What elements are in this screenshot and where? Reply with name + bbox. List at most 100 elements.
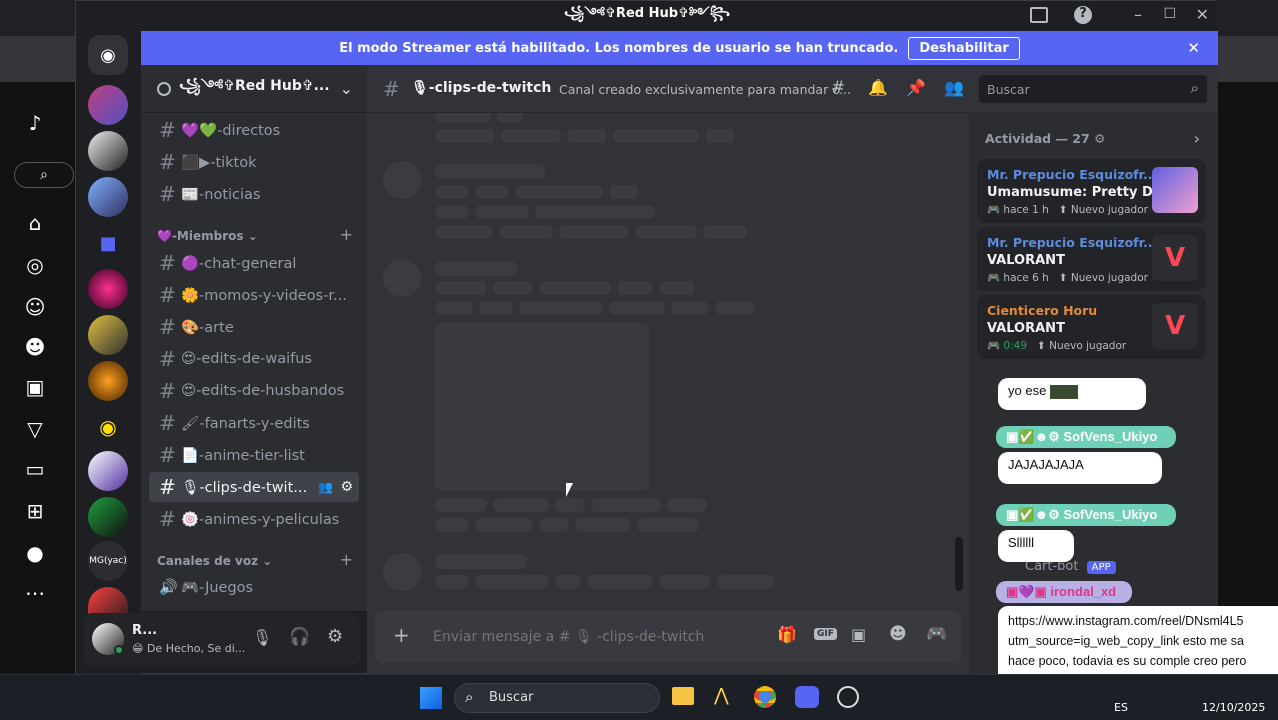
streamer-mode-banner: El modo Streamer está habilitado. Los no…	[141, 31, 1218, 65]
sticker-icon[interactable]: ▣	[851, 625, 866, 644]
channel-item[interactable]: # 😍-edits-de-waifus	[149, 344, 359, 374]
app-icon[interactable]	[837, 686, 859, 708]
friends-icon[interactable]: ☻	[22, 334, 48, 360]
channel-topic[interactable]: Canal creado exclusivamente para mandar …	[559, 82, 851, 97]
add-member-icon[interactable]: 👥	[318, 480, 333, 494]
server-icon[interactable]	[88, 315, 128, 355]
server-icon[interactable]	[88, 131, 128, 171]
pin-icon[interactable]: 📌	[906, 78, 926, 97]
gift-icon[interactable]: 🎁	[777, 625, 797, 644]
live-icon[interactable]: ▣	[22, 374, 48, 400]
members-list-icon[interactable]: 👥	[944, 78, 964, 97]
message-input[interactable]	[433, 623, 753, 651]
gif-icon[interactable]: GIF	[814, 628, 837, 640]
discord-taskbar-icon[interactable]	[795, 686, 819, 708]
upload-icon[interactable]: ⊞	[22, 498, 48, 524]
disable-streamer-button[interactable]: Deshabilitar	[908, 36, 1020, 60]
avatar-placeholder	[383, 161, 421, 199]
channel-item[interactable]: # 💜💚-directos	[149, 115, 359, 145]
activity-card[interactable]: Mr. Prepucio Esquizofr... VALORANT 🎮 hac…	[977, 227, 1206, 291]
chevron-right-icon[interactable]: ›	[1194, 129, 1200, 148]
messages-icon[interactable]: ▽	[22, 416, 48, 442]
windows-start-icon[interactable]	[420, 687, 442, 709]
loading-placeholder	[703, 225, 747, 239]
add-channel-icon[interactable]: +	[340, 225, 353, 244]
channel-item[interactable]: # 📰-noticias	[149, 179, 359, 209]
channel-item[interactable]: # 🎨-arte	[149, 312, 359, 342]
following-icon[interactable]: ☺	[22, 294, 48, 320]
discord-home-icon[interactable]: ◉	[88, 35, 128, 75]
add-channel-icon[interactable]: +	[340, 550, 353, 569]
search-box[interactable]: Buscar ⌕	[979, 75, 1207, 103]
channel-item[interactable]: # ⬛▶-tiktok	[149, 147, 359, 177]
category-voice[interactable]: Canales de voz ⌄	[157, 554, 272, 568]
chrome-icon[interactable]	[754, 686, 776, 708]
server-icon[interactable]	[88, 85, 128, 125]
threads-icon[interactable]: #	[831, 78, 845, 98]
close-banner-icon[interactable]: ✕	[1187, 39, 1200, 57]
folder-icon[interactable]: ■	[88, 223, 128, 263]
loading-placeholder	[475, 185, 509, 199]
voice-channel-item[interactable]: 🔊 🎮-Juegos	[149, 572, 359, 602]
inbox-icon[interactable]	[1030, 7, 1048, 23]
channel-item[interactable]: # 🟣-chat-general	[149, 248, 359, 278]
channel-header: # 🎙-clips-de-twitch Canal creado exclusi…	[367, 65, 1218, 113]
server-icon[interactable]	[88, 269, 128, 309]
taskbar-search[interactable]: ⌕ Buscar	[454, 683, 660, 713]
profile-icon[interactable]: ●	[22, 540, 48, 566]
loading-placeholder	[567, 129, 607, 143]
overlay-user: irondal_xd	[1050, 584, 1117, 599]
tiktok-sidebar: ♪ ⌕ ⌂ ◎ ☺ ☻ ▣ ▽ ▭ ⊞ ● ⋯	[0, 82, 75, 682]
scrollbar-thumb[interactable]	[955, 537, 963, 591]
explore-icon[interactable]: ◎	[22, 252, 48, 278]
loading-placeholder	[591, 498, 661, 512]
overlay-user: SofVens_Ukiyo	[1063, 429, 1158, 444]
server-icon[interactable]	[88, 361, 128, 401]
activity-time: hace 6 h	[1003, 272, 1049, 284]
more-icon[interactable]: ⋯	[22, 580, 48, 606]
channel-item[interactable]: # 🖌-fanarts-y-edits	[149, 408, 359, 438]
activity-icon[interactable]: ▭	[22, 456, 48, 482]
window-title: ꧁༺✞Red Hub✞༻꧂	[563, 5, 731, 21]
channel-item-active[interactable]: # 🎙-clips-de-twit... 👥 ⚙	[149, 472, 359, 502]
channel-item[interactable]: # 📄-anime-tier-list	[149, 440, 359, 470]
bell-icon[interactable]: 🔔	[868, 78, 888, 97]
maximize-icon[interactable]: ☐	[1163, 6, 1176, 22]
server-icon[interactable]	[88, 587, 128, 615]
server-icon[interactable]	[88, 497, 128, 537]
category-members[interactable]: 💜-Miembros ⌄	[157, 229, 258, 243]
loading-placeholder	[435, 554, 527, 569]
channel-item[interactable]: # 😍-edits-de-husbandos	[149, 376, 359, 406]
minimize-icon[interactable]: –	[1134, 5, 1142, 24]
activity-card[interactable]: Mr. Prepucio Esquizofr... Umamusume: Pre…	[977, 159, 1206, 223]
clock-date[interactable]: 12/10/2025	[1202, 701, 1265, 714]
settings-gear-icon[interactable]: ⚙	[327, 626, 343, 647]
apps-icon[interactable]: 🎮	[926, 624, 947, 644]
home-icon[interactable]: ⌂	[22, 210, 48, 236]
hash-icon: #	[159, 379, 176, 403]
headphones-icon[interactable]: 🎧	[289, 627, 310, 647]
app-icon[interactable]: ⋀	[714, 685, 729, 706]
channel-title: 🎙-clips-de-twitch	[411, 80, 552, 96]
server-icon[interactable]	[88, 451, 128, 491]
help-icon[interactable]: ?	[1074, 6, 1092, 24]
username[interactable]: R...	[132, 623, 157, 638]
server-icon[interactable]: MG(yac)	[88, 541, 128, 581]
channel-item[interactable]: # 🌼-momos-y-videos-r...	[149, 280, 359, 310]
channel-item[interactable]: # 🍥-animes-y-peliculas	[149, 504, 359, 534]
language-indicator[interactable]: ES	[1114, 701, 1128, 714]
chevron-down-icon: ⌄	[339, 79, 353, 98]
activity-header[interactable]: Actividad — 27 ⚙	[985, 131, 1105, 146]
server-icon[interactable]	[88, 177, 128, 217]
gear-icon[interactable]: ⚙	[340, 479, 353, 495]
activity-card[interactable]: Cienticero Horu VALORANT 🎮 0:49 ⬆ Nuevo …	[977, 295, 1206, 359]
add-attachment-icon[interactable]: +	[393, 623, 410, 647]
close-icon[interactable]: ✕	[1196, 5, 1209, 24]
server-icon[interactable]: ◉	[88, 407, 128, 447]
search-icon[interactable]: ⌕	[14, 162, 74, 188]
file-explorer-icon[interactable]	[672, 687, 694, 705]
server-header[interactable]: ꧁༺✞Red Hub✞... ⌄	[141, 65, 367, 113]
loading-placeholder	[717, 575, 775, 589]
emoji-icon[interactable]: ☻	[889, 624, 907, 644]
microphone-icon[interactable]: 🎙	[252, 628, 272, 647]
